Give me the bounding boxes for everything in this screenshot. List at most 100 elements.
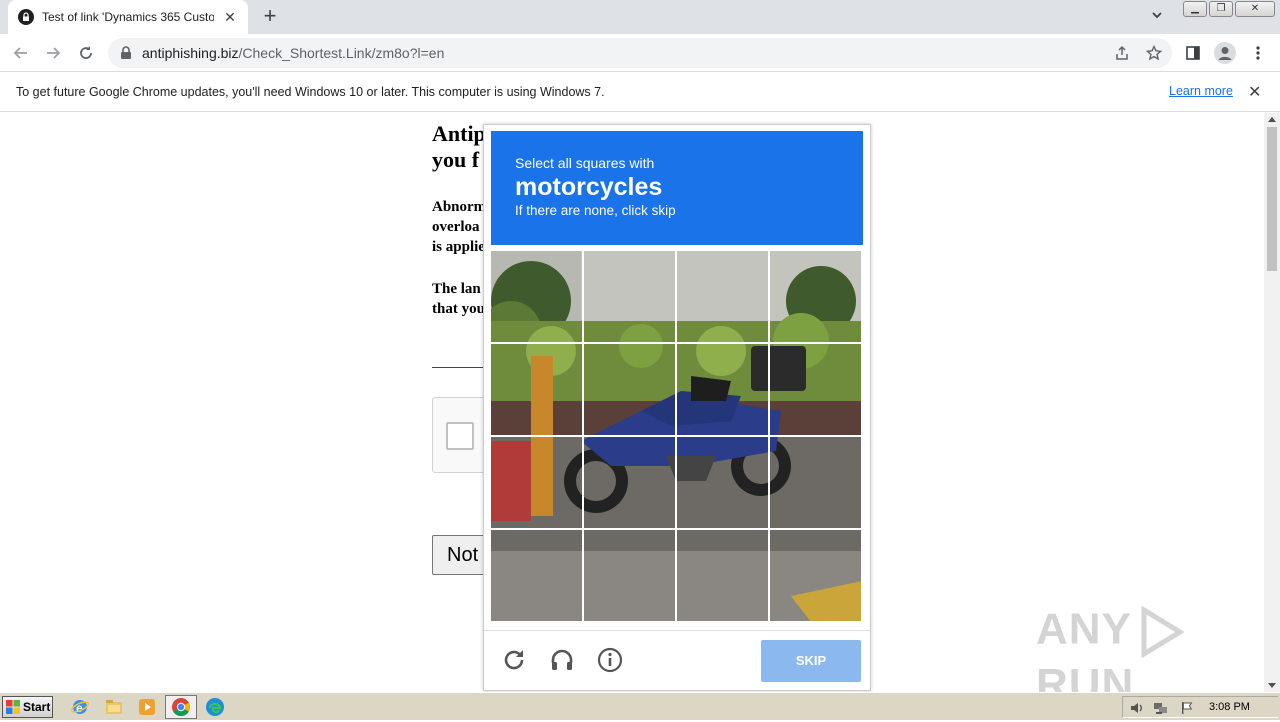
explorer-icon[interactable] bbox=[104, 697, 124, 717]
start-button[interactable]: Start bbox=[2, 696, 53, 718]
challenge-hint: If there are none, click skip bbox=[515, 203, 676, 218]
challenge-tile[interactable] bbox=[584, 344, 675, 435]
learn-more-link[interactable]: Learn more bbox=[1169, 84, 1233, 98]
tile-image bbox=[677, 437, 768, 528]
menu-kebab-icon[interactable] bbox=[1246, 41, 1270, 65]
update-infobar: To get future Google Chrome updates, you… bbox=[0, 72, 1280, 112]
challenge-tile[interactable] bbox=[677, 344, 768, 435]
page-paragraph: The lan that you bbox=[432, 279, 485, 319]
watermark-text: ANY bbox=[1036, 604, 1132, 654]
challenge-tile[interactable] bbox=[677, 251, 768, 342]
tab-close-icon[interactable]: ✕ bbox=[222, 9, 238, 26]
challenge-tile[interactable] bbox=[770, 344, 861, 435]
tile-image bbox=[491, 251, 582, 342]
challenge-tile[interactable] bbox=[491, 251, 582, 342]
challenge-instruction: Select all squares with bbox=[515, 155, 655, 171]
page-heading-line: Antip bbox=[432, 121, 486, 146]
challenge-tile[interactable] bbox=[491, 437, 582, 528]
chrome-icon[interactable] bbox=[171, 697, 191, 717]
back-button[interactable] bbox=[9, 41, 33, 65]
tab-strip: Test of link 'Dynamics 365 Customer ✕ + … bbox=[0, 0, 1280, 34]
side-panel-icon[interactable] bbox=[1181, 41, 1205, 65]
tile-image bbox=[491, 530, 582, 621]
profile-avatar-icon[interactable] bbox=[1213, 41, 1237, 65]
challenge-tile[interactable] bbox=[677, 437, 768, 528]
challenge-footer: SKIP bbox=[484, 630, 870, 690]
start-label: Start bbox=[23, 700, 51, 714]
bookmark-star-icon[interactable] bbox=[1142, 41, 1166, 65]
tile-image bbox=[677, 344, 768, 435]
share-icon[interactable] bbox=[1110, 41, 1134, 65]
recaptcha-checkbox[interactable] bbox=[446, 422, 474, 450]
tile-image bbox=[770, 437, 861, 528]
tab-title: Test of link 'Dynamics 365 Customer bbox=[42, 10, 214, 24]
tile-image bbox=[491, 344, 582, 435]
windows-flag-icon bbox=[6, 700, 20, 714]
challenge-tile[interactable] bbox=[770, 251, 861, 342]
lock-icon[interactable] bbox=[120, 46, 134, 60]
challenge-tile[interactable] bbox=[491, 344, 582, 435]
tile-image bbox=[584, 251, 675, 342]
tile-image bbox=[677, 251, 768, 342]
tile-image bbox=[770, 251, 861, 342]
paragraph-line: is applie bbox=[432, 239, 485, 255]
infobar-close-icon[interactable]: ✕ bbox=[1248, 82, 1261, 102]
paragraph-line: overloa bbox=[432, 219, 480, 235]
forward-button[interactable] bbox=[41, 41, 65, 65]
challenge-tile[interactable] bbox=[770, 530, 861, 621]
page-paragraph: Abnorm overloa is applie bbox=[432, 197, 486, 257]
challenge-tile[interactable] bbox=[677, 530, 768, 621]
tile-image bbox=[491, 437, 582, 528]
challenge-header: Select all squares with motorcycles If t… bbox=[491, 131, 863, 245]
scroll-up-arrow-icon[interactable] bbox=[1268, 117, 1276, 122]
address-bar[interactable]: antiphishing.biz/Check_Shortest.Link/zm8… bbox=[108, 38, 1172, 68]
browser-tab[interactable]: Test of link 'Dynamics 365 Customer ✕ bbox=[8, 0, 248, 34]
scrollbar-thumb[interactable] bbox=[1267, 127, 1277, 271]
info-icon[interactable] bbox=[595, 645, 625, 675]
paragraph-line: The lan bbox=[432, 281, 481, 297]
url-path: /Check_Shortest.Link/zm8o?l=en bbox=[238, 45, 445, 61]
challenge-tile[interactable] bbox=[584, 251, 675, 342]
paragraph-line: that you bbox=[432, 301, 485, 317]
challenge-tile[interactable] bbox=[584, 530, 675, 621]
action-center-flag-icon[interactable] bbox=[1179, 700, 1195, 716]
paragraph-line: Abnorm bbox=[432, 199, 487, 215]
browser-toolbar: antiphishing.biz/Check_Shortest.Link/zm8… bbox=[0, 34, 1280, 72]
edge-icon[interactable] bbox=[205, 697, 225, 717]
play-logo-icon bbox=[1141, 605, 1185, 659]
challenge-tile[interactable] bbox=[584, 437, 675, 528]
url-host: antiphishing.biz bbox=[142, 45, 239, 61]
tab-search-chevron-icon[interactable] bbox=[1150, 8, 1170, 26]
system-tray: 3:08 PM bbox=[1122, 696, 1278, 718]
infobar-message: To get future Google Chrome updates, you… bbox=[16, 84, 605, 99]
minimize-button[interactable]: ▁ bbox=[1183, 1, 1207, 17]
new-tab-button[interactable]: + bbox=[258, 5, 282, 29]
windows-taskbar: Start e 3:08 PM bbox=[0, 692, 1280, 720]
audio-icon[interactable] bbox=[547, 645, 577, 675]
page-heading: Antip you f bbox=[432, 121, 486, 173]
volume-icon[interactable] bbox=[1129, 700, 1145, 716]
network-icon[interactable] bbox=[1153, 700, 1169, 716]
tile-image bbox=[770, 530, 861, 621]
skip-button[interactable]: SKIP bbox=[761, 640, 861, 682]
taskbar-clock: 3:08 PM bbox=[1209, 701, 1250, 713]
challenge-tile[interactable] bbox=[770, 437, 861, 528]
tile-image bbox=[584, 530, 675, 621]
media-player-icon[interactable] bbox=[137, 697, 157, 717]
tile-image bbox=[584, 344, 675, 435]
tile-image bbox=[770, 344, 861, 435]
tile-image bbox=[677, 530, 768, 621]
url-text: antiphishing.biz/Check_Shortest.Link/zm8… bbox=[142, 45, 444, 61]
reload-button[interactable] bbox=[74, 41, 98, 65]
challenge-target: motorcycles bbox=[515, 173, 663, 201]
reload-icon[interactable] bbox=[499, 645, 529, 675]
recaptcha-challenge: Select all squares with motorcycles If t… bbox=[483, 124, 871, 691]
tile-image bbox=[584, 437, 675, 528]
lock-favicon-icon bbox=[18, 9, 34, 25]
challenge-tile[interactable] bbox=[491, 530, 582, 621]
ie-icon[interactable]: e bbox=[70, 697, 90, 717]
challenge-image-grid bbox=[491, 251, 862, 622]
page-heading-line: you f bbox=[432, 147, 480, 172]
window-close-button[interactable]: ✕ bbox=[1235, 1, 1275, 17]
restore-button[interactable]: ❐ bbox=[1209, 1, 1233, 17]
